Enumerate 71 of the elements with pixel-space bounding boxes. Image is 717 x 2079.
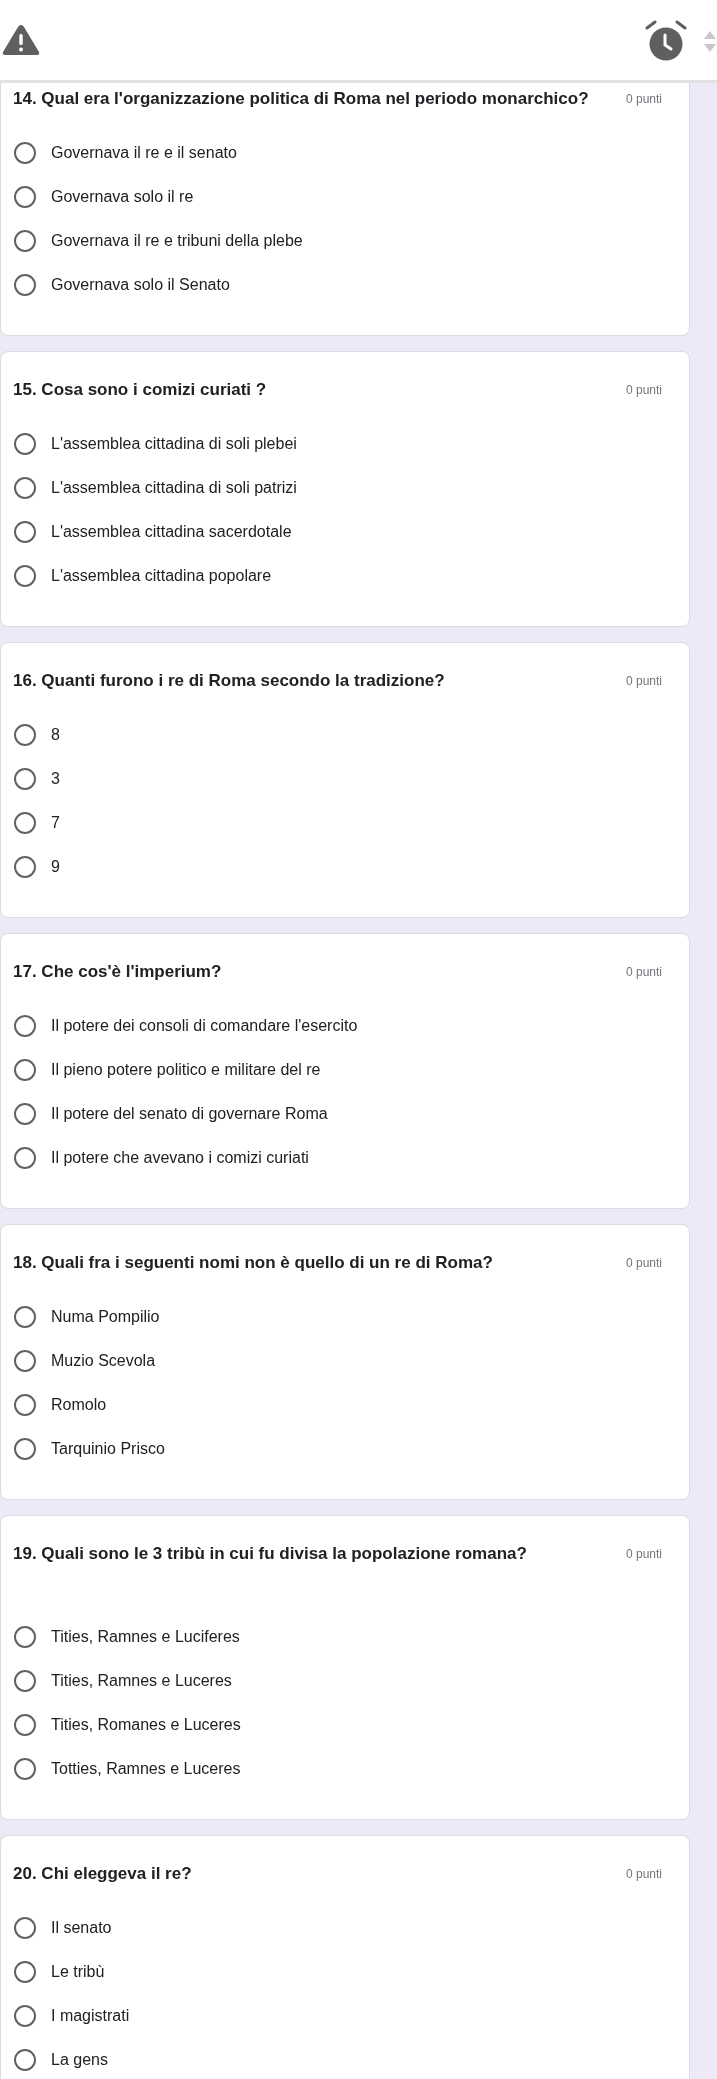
radio-button[interactable] <box>14 274 36 296</box>
question-title: 19. Quali sono le 3 tribù in cui fu divisa la popolazione romana? <box>13 1544 527 1564</box>
option-label: Il senato <box>51 1919 112 1937</box>
points-label: 0 punti <box>625 92 662 106</box>
option-label: I magistrati <box>51 2007 130 2025</box>
radio-button[interactable] <box>14 1438 36 1460</box>
points-label: 0 punti <box>625 1547 662 1561</box>
radio-button[interactable] <box>14 477 36 499</box>
question-title: 20. Chi eleggeva il re? <box>13 1864 192 1884</box>
option-label: L'assemblea cittadina sacerdotale <box>51 523 292 541</box>
radio-button[interactable] <box>14 1714 36 1736</box>
points-label: 0 punti <box>625 1256 662 1270</box>
option-label: Tities, Ramnes e Luciferes <box>51 1628 240 1646</box>
option-label: Governava il re e tribuni della plebe <box>51 232 303 250</box>
points-label: 0 punti <box>625 965 662 979</box>
option-label: Muzio Scevola <box>51 1352 156 1370</box>
option-label: Governava solo il Senato <box>51 276 230 294</box>
points-label: 0 punti <box>625 1867 662 1881</box>
radio-button[interactable] <box>14 724 36 746</box>
radio-button[interactable] <box>14 1670 36 1692</box>
option-label: 7 <box>51 814 60 832</box>
option-label: Il potere che avevano i comizi curiati <box>51 1149 309 1167</box>
radio-button[interactable] <box>14 186 36 208</box>
option-label: L'assemblea cittadina popolare <box>51 567 272 585</box>
option-label: Il potere del senato di governare Roma <box>51 1105 328 1123</box>
question-title: 17. Che cos'è l'imperium? <box>13 962 222 982</box>
option-label: 3 <box>51 770 60 788</box>
radio-button[interactable] <box>14 1626 36 1648</box>
radio-button[interactable] <box>14 768 36 790</box>
alarm-clock-icon[interactable] <box>645 20 687 62</box>
radio-button[interactable] <box>14 2049 36 2071</box>
option-label: Tities, Romanes e Luceres <box>51 1716 241 1734</box>
radio-button[interactable] <box>14 230 36 252</box>
option-label: Tarquinio Prisco <box>51 1440 165 1458</box>
option-label: L'assemblea cittadina di soli plebei <box>51 435 297 453</box>
radio-button[interactable] <box>14 2005 36 2027</box>
radio-button[interactable] <box>14 1059 36 1081</box>
radio-button[interactable] <box>14 1917 36 1939</box>
option-label: Totties, Ramnes e Luceres <box>51 1760 241 1778</box>
radio-button[interactable] <box>14 1758 36 1780</box>
radio-button[interactable] <box>14 856 36 878</box>
option-label: Numa Pompilio <box>51 1308 160 1326</box>
radio-button[interactable] <box>14 433 36 455</box>
option-label: L'assemblea cittadina di soli patrizi <box>51 479 297 497</box>
radio-button[interactable] <box>14 1103 36 1125</box>
points-label: 0 punti <box>625 674 662 688</box>
option-label: Il pieno potere politico e militare del re <box>51 1061 321 1079</box>
option-label: Il potere dei consoli di comandare l'esercito <box>51 1017 358 1035</box>
option-label: Le tribù <box>51 1963 105 1981</box>
question-title: 18. Quali fra i seguenti nomi non è quello di un re di Roma? <box>13 1253 493 1273</box>
radio-button[interactable] <box>14 1147 36 1169</box>
option-label: Romolo <box>51 1396 107 1414</box>
radio-button[interactable] <box>14 1350 36 1372</box>
points-label: 0 punti <box>625 383 662 397</box>
radio-button[interactable] <box>14 1015 36 1037</box>
radio-button[interactable] <box>14 812 36 834</box>
question-title: 14. Qual era l'organizzazione politica di Roma nel periodo monarchico? <box>13 89 589 109</box>
option-label: 9 <box>51 858 60 876</box>
option-label: 8 <box>51 726 60 744</box>
radio-button[interactable] <box>14 1306 36 1328</box>
option-label: Governava il re e il senato <box>51 144 237 162</box>
option-label: Tities, Ramnes e Luceres <box>51 1672 232 1690</box>
question-title: 16. Quanti furono i re di Roma secondo la tradizione? <box>13 671 445 691</box>
option-label: Governava solo il re <box>51 188 194 206</box>
radio-button[interactable] <box>14 521 36 543</box>
radio-button[interactable] <box>14 1394 36 1416</box>
radio-button[interactable] <box>14 1961 36 1983</box>
radio-button[interactable] <box>14 142 36 164</box>
question-title: 15. Cosa sono i comizi curiati ? <box>13 380 267 400</box>
radio-button[interactable] <box>14 565 36 587</box>
option-label: La gens <box>51 2051 108 2069</box>
